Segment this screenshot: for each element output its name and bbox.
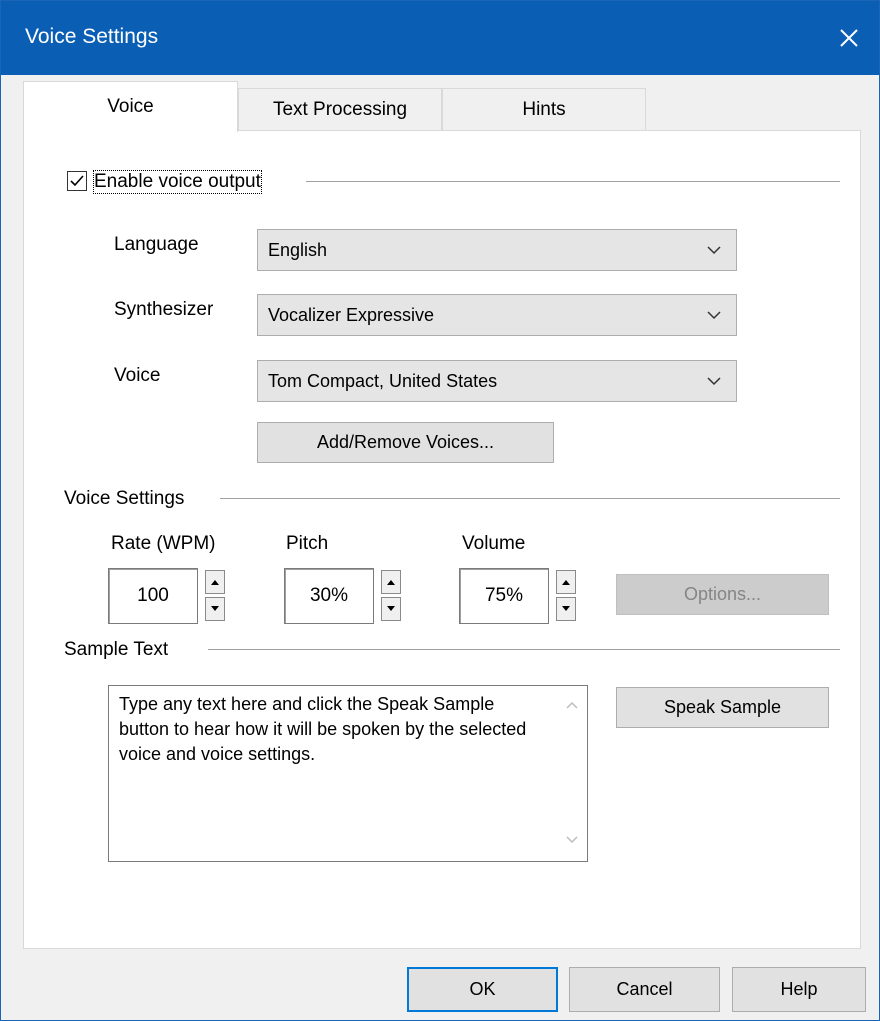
language-value: English <box>268 240 328 260</box>
synthesizer-select[interactable]: Vocalizer Expressive <box>257 294 737 336</box>
ok-label: OK <box>469 979 496 999</box>
up-arrow-icon <box>387 580 395 585</box>
speak-sample-label: Speak Sample <box>663 697 782 717</box>
sample-text-area[interactable]: Type any text here and click the Speak S… <box>108 685 588 862</box>
dialog-window: Voice Settings Voice Text Processing Hin… <box>0 0 880 1021</box>
voice-settings-heading: Voice Settings <box>64 488 185 509</box>
cancel-label: Cancel <box>616 979 673 999</box>
synthesizer-value: Vocalizer Expressive <box>268 305 435 325</box>
window-title: Voice Settings <box>25 25 159 48</box>
tab-hints-label: Hints <box>522 98 566 120</box>
enable-voice-label[interactable]: Enable voice output <box>93 170 262 194</box>
volume-down-button[interactable] <box>556 597 576 621</box>
tab-text-processing-label: Text Processing <box>272 98 408 120</box>
ok-button[interactable]: OK <box>407 967 558 1012</box>
language-select[interactable]: English <box>257 229 737 271</box>
down-arrow-icon <box>211 606 219 611</box>
synthesizer-label: Synthesizer <box>114 299 214 320</box>
options-button[interactable]: Options... <box>616 574 829 615</box>
voice-value: Tom Compact, United States <box>268 371 498 391</box>
chevron-down-icon <box>707 311 721 320</box>
speak-sample-button[interactable]: Speak Sample <box>616 687 829 728</box>
enable-voice-separator <box>306 181 840 182</box>
chevron-down-icon <box>707 377 721 386</box>
scroll-up-icon[interactable] <box>565 700 579 710</box>
rate-label: Rate (WPM) <box>111 533 216 554</box>
voice-settings-separator <box>220 498 840 499</box>
tab-panel-voice: Enable voice output Language English Syn… <box>23 130 861 949</box>
pitch-label: Pitch <box>286 533 329 554</box>
sample-text-heading: Sample Text <box>64 639 169 660</box>
language-label: Language <box>114 234 199 255</box>
sample-text-content: Type any text here and click the Speak S… <box>119 694 527 764</box>
enable-voice-checkbox[interactable] <box>67 171 87 191</box>
close-button[interactable] <box>819 1 879 75</box>
chevron-down-icon <box>707 246 721 255</box>
options-label: Options... <box>683 584 762 604</box>
pitch-up-button[interactable] <box>381 570 401 594</box>
pitch-value: 30% <box>309 585 349 606</box>
scroll-down-icon[interactable] <box>565 835 579 845</box>
tab-hints[interactable]: Hints <box>442 88 646 130</box>
pitch-input[interactable]: 30% <box>284 568 374 624</box>
tab-voice-label: Voice <box>107 96 154 117</box>
volume-input[interactable]: 75% <box>459 568 549 624</box>
voice-label: Voice <box>114 365 161 386</box>
cancel-button[interactable]: Cancel <box>569 967 720 1012</box>
volume-value: 75% <box>484 585 524 606</box>
tab-text-processing[interactable]: Text Processing <box>238 88 442 130</box>
down-arrow-icon <box>562 606 570 611</box>
checkmark-icon <box>70 175 84 187</box>
sample-text-separator <box>208 649 840 650</box>
rate-input[interactable]: 100 <box>108 568 198 624</box>
rate-up-button[interactable] <box>205 570 225 594</box>
up-arrow-icon <box>211 580 219 585</box>
add-remove-voices-button[interactable]: Add/Remove Voices... <box>257 422 554 463</box>
voice-select[interactable]: Tom Compact, United States <box>257 360 737 402</box>
down-arrow-icon <box>387 606 395 611</box>
help-label: Help <box>780 979 818 999</box>
tab-voice[interactable]: Voice <box>23 81 238 132</box>
add-remove-voices-label: Add/Remove Voices... <box>316 432 495 452</box>
close-icon <box>840 29 858 47</box>
volume-label: Volume <box>462 533 526 554</box>
volume-up-button[interactable] <box>556 570 576 594</box>
title-bar[interactable]: Voice Settings <box>1 1 879 75</box>
pitch-down-button[interactable] <box>381 597 401 621</box>
rate-down-button[interactable] <box>205 597 225 621</box>
rate-value: 100 <box>137 585 169 606</box>
up-arrow-icon <box>562 580 570 585</box>
help-button[interactable]: Help <box>732 967 866 1012</box>
